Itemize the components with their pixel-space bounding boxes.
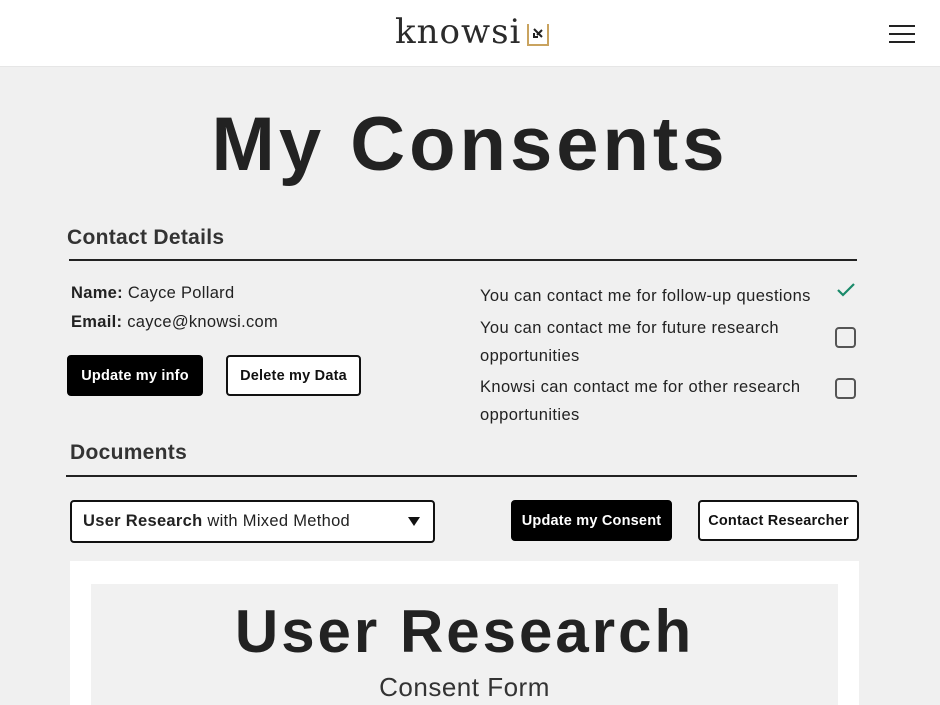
document-title: User Research [234, 598, 695, 665]
hamburger-menu-icon[interactable] [889, 25, 915, 43]
select-value-bold: User Research [83, 512, 203, 530]
update-info-button[interactable]: Update my info [67, 355, 203, 396]
document-preview: User Research Consent Form [70, 561, 859, 705]
pref-future-research-label: You can contact me for future research o… [480, 319, 779, 365]
pref-other-research-checkbox[interactable] [835, 378, 856, 399]
email-value: cayce@knowsi.com [127, 313, 279, 331]
pref-followup-check-icon[interactable] [836, 282, 856, 298]
pref-future-research-checkbox[interactable] [835, 327, 856, 348]
document-select[interactable]: User Research with Mixed Method [70, 500, 435, 543]
update-consent-button[interactable]: Update my Consent [511, 500, 672, 541]
delete-data-button[interactable]: Delete my Data [226, 355, 361, 396]
documents-divider [66, 475, 857, 477]
contact-researcher-button[interactable]: Contact Researcher [698, 500, 859, 541]
select-value-rest: with Mixed Method [202, 512, 351, 530]
knowsi-mark-icon [527, 24, 550, 46]
email-label: Email: [71, 313, 123, 331]
name-label: Name: [71, 284, 123, 302]
dropdown-caret-icon [408, 517, 420, 526]
pref-followup-label: You can contact me for follow-up questio… [480, 287, 811, 305]
pref-other-research-label: Knowsi can contact me for other research… [480, 378, 801, 424]
name-value: Cayce Pollard [127, 284, 235, 302]
documents-heading: Documents [70, 441, 188, 464]
document-preview-page: User Research Consent Form [91, 584, 838, 705]
contact-details-heading: Contact Details [67, 226, 225, 249]
page-title: My Consents [211, 102, 729, 187]
logo-text: knowsi [395, 12, 522, 52]
knowsi-logo[interactable]: knowsi [395, 12, 550, 52]
name-field: Name: Cayce Pollard [71, 284, 234, 303]
email-field: Email: cayce@knowsi.com [71, 313, 278, 332]
top-bar: knowsi [0, 0, 940, 67]
contact-divider [69, 259, 857, 261]
document-subtitle: Consent Form [379, 672, 550, 702]
